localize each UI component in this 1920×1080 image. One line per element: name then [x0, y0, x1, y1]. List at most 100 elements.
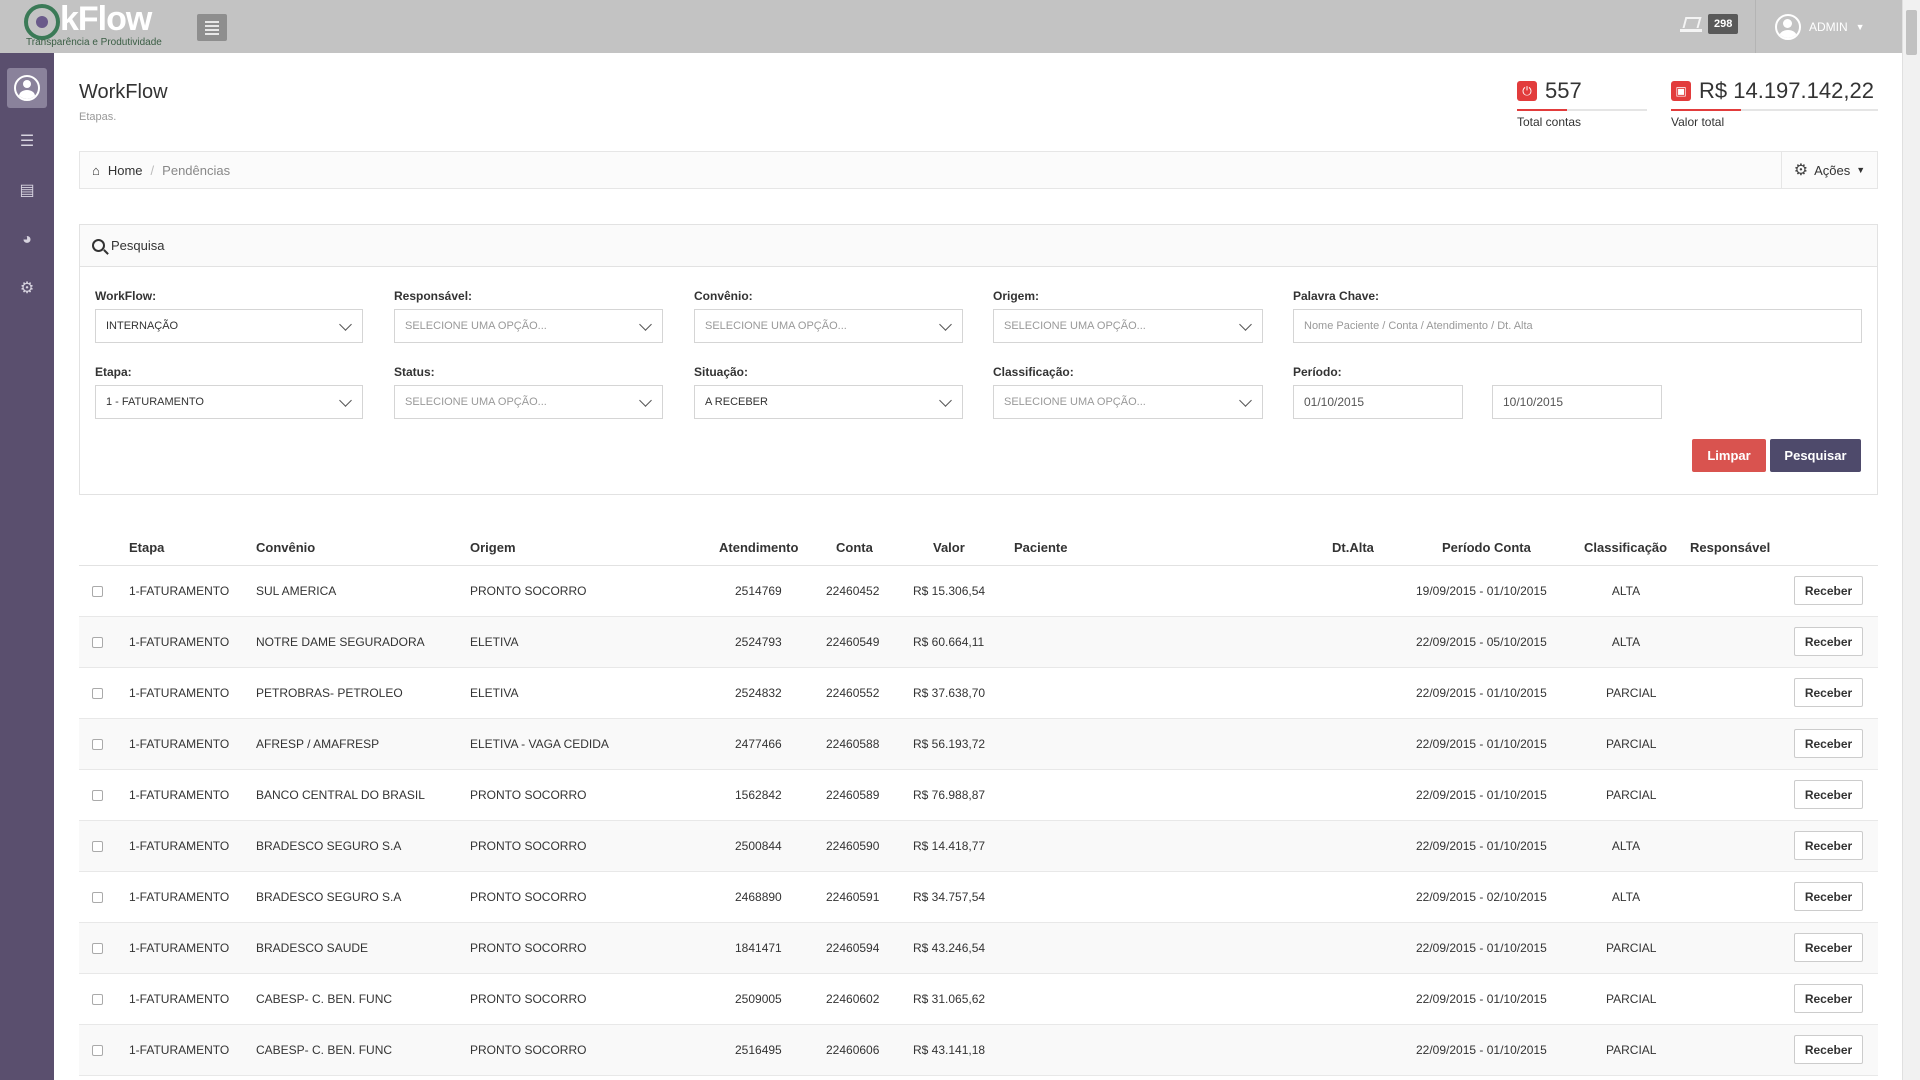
user-name: ADMIN	[1809, 20, 1848, 34]
workflow-select[interactable]: INTERNAÇÃO	[95, 309, 363, 343]
limpar-button[interactable]: Limpar	[1692, 439, 1766, 472]
cell-classificacao: ALTA	[1611, 635, 1641, 649]
col-responsavel[interactable]: Responsável	[1690, 540, 1770, 555]
row-checkbox[interactable]	[92, 688, 103, 699]
page-scrollbar[interactable]	[1902, 0, 1920, 1080]
responsavel-select[interactable]: SELECIONE UMA OPÇÃO...	[394, 309, 663, 343]
cell-conta: 22460549	[826, 635, 880, 649]
sidebar: ☰ ▤ ◕ ⚙	[0, 53, 54, 1080]
cell-valor: R$ 34.757,54	[913, 890, 986, 904]
col-paciente[interactable]: Paciente	[1014, 540, 1067, 555]
row-checkbox[interactable]	[92, 586, 103, 597]
page-subtitle: Etapas.	[79, 111, 117, 123]
cell-origem: ELETIVA	[470, 686, 519, 700]
table-row: 1-FATURAMENTO NOTRE DAME SEGURADORA ELETIV…	[79, 617, 1878, 668]
col-classificacao[interactable]: Classificação	[1584, 540, 1667, 555]
receber-button[interactable]: Receber	[1794, 729, 1863, 758]
table-row: 1-FATURAMENTO BRADESCO SEGURO S.A PRONTO S…	[79, 821, 1878, 872]
row-checkbox[interactable]	[92, 1045, 103, 1056]
receber-button[interactable]: Receber	[1794, 678, 1863, 707]
receber-button[interactable]: Receber	[1794, 780, 1863, 809]
status-select[interactable]: SELECIONE UMA OPÇÃO...	[394, 385, 663, 419]
col-etapa[interactable]: Etapa	[129, 540, 164, 555]
sidebar-item-profile[interactable]	[7, 68, 47, 108]
row-checkbox[interactable]	[92, 994, 103, 1005]
actions-dropdown-button[interactable]: ⚙ Ações ▼	[1781, 152, 1877, 188]
menu-toggle-button[interactable]	[197, 14, 227, 41]
cell-valor: R$ 15.306,54	[913, 584, 986, 598]
cell-periodo: 22/09/2015 - 01/10/2015	[1416, 686, 1547, 700]
chevron-down-icon	[639, 394, 652, 407]
palavra-chave-input[interactable]: Nome Paciente / Conta / Atendimento / Dt…	[1293, 309, 1862, 343]
cell-valor: R$ 31.065,62	[913, 992, 986, 1006]
periodo-fim-input[interactable]: 10/10/2015	[1492, 385, 1662, 419]
col-dtalta[interactable]: Dt.Alta	[1332, 540, 1374, 555]
cell-classificacao: PARCIAL	[1606, 788, 1657, 802]
chevron-down-icon	[1239, 394, 1252, 407]
etapa-field: Etapa: 1 - FATURAMENTO	[95, 365, 363, 419]
alert-icon: ⏻	[1517, 81, 1537, 101]
receber-button[interactable]: Receber	[1794, 627, 1863, 656]
cell-conta: 22460452	[826, 584, 880, 598]
col-atendimento[interactable]: Atendimento	[719, 540, 798, 555]
situacao-select[interactable]: A RECEBER	[694, 385, 963, 419]
etapa-select[interactable]: 1 - FATURAMENTO	[95, 385, 363, 419]
classificacao-field: Classificação: SELECIONE UMA OPÇÃO...	[993, 365, 1263, 419]
cell-atendimento: 2468890	[735, 890, 782, 904]
col-periodo[interactable]: Período Conta	[1442, 540, 1531, 555]
cell-convenio: CABESP- C. BEN. FUNC	[256, 992, 393, 1006]
kflow-logo[interactable]: kFlow Transparência e Produtividade	[24, 0, 162, 50]
search-panel-header: Pesquisa	[80, 225, 1877, 267]
cell-etapa: 1-FATURAMENTO	[129, 584, 230, 598]
row-checkbox[interactable]	[92, 841, 103, 852]
cell-conta: 22460594	[826, 941, 880, 955]
col-origem[interactable]: Origem	[470, 540, 516, 555]
cell-conta: 22460589	[826, 788, 880, 802]
convenio-select[interactable]: SELECIONE UMA OPÇÃO...	[694, 309, 963, 343]
receber-button[interactable]: Receber	[1794, 1035, 1863, 1064]
palavra-chave-field: Palavra Chave: Nome Paciente / Conta / A…	[1293, 289, 1862, 343]
col-convenio[interactable]: Convênio	[256, 540, 315, 555]
cell-etapa: 1-FATURAMENTO	[129, 788, 230, 802]
cell-valor: R$ 56.193,72	[913, 737, 986, 751]
scrollbar-thumb[interactable]	[1906, 10, 1917, 55]
cell-conta: 22460552	[826, 686, 880, 700]
classificacao-select[interactable]: SELECIONE UMA OPÇÃO...	[993, 385, 1263, 419]
stat-underline	[1517, 109, 1647, 111]
cell-classificacao: PARCIAL	[1606, 686, 1657, 700]
database-icon[interactable]: ▤	[17, 181, 37, 201]
periodo-inicio-input[interactable]: 01/10/2015	[1293, 385, 1463, 419]
receber-button[interactable]: Receber	[1794, 882, 1863, 911]
cell-valor: R$ 37.638,70	[913, 686, 986, 700]
cell-periodo: 22/09/2015 - 01/10/2015	[1416, 788, 1547, 802]
col-conta[interactable]: Conta	[836, 540, 873, 555]
receber-button[interactable]: Receber	[1794, 933, 1863, 962]
row-checkbox[interactable]	[92, 739, 103, 750]
row-checkbox[interactable]	[92, 790, 103, 801]
gear-icon[interactable]: ⚙	[17, 279, 37, 299]
cell-periodo: 22/09/2015 - 01/10/2015	[1416, 992, 1547, 1006]
list-icon[interactable]: ☰	[17, 132, 37, 152]
cell-periodo: 22/09/2015 - 01/10/2015	[1416, 839, 1547, 853]
receber-button[interactable]: Receber	[1794, 831, 1863, 860]
pesquisar-button[interactable]: Pesquisar	[1770, 439, 1861, 472]
cell-etapa: 1-FATURAMENTO	[129, 635, 230, 649]
hamburger-icon	[205, 20, 219, 23]
receber-button[interactable]: Receber	[1794, 984, 1863, 1013]
table-row: 1-FATURAMENTO CABESP- C. BEN. FUNC PRONTO …	[79, 1025, 1878, 1076]
pie-chart-icon[interactable]: ◕	[17, 230, 37, 250]
topbar-divider	[1755, 0, 1756, 53]
row-checkbox[interactable]	[92, 637, 103, 648]
table-row: 1-FATURAMENTO BRADESCO SEGURO S.A PRONTO S…	[79, 872, 1878, 923]
col-valor[interactable]: Valor	[933, 540, 965, 555]
cell-valor: R$ 76.988,87	[913, 788, 986, 802]
user-menu[interactable]: ADMIN ▼	[1775, 14, 1865, 40]
origem-select[interactable]: SELECIONE UMA OPÇÃO...	[993, 309, 1263, 343]
row-checkbox[interactable]	[92, 892, 103, 903]
receber-button[interactable]: Receber	[1794, 576, 1863, 605]
breadcrumb-home-link[interactable]: Home	[108, 163, 143, 178]
notifications-button[interactable]: 298	[1680, 14, 1739, 34]
cell-periodo: 22/09/2015 - 01/10/2015	[1416, 941, 1547, 955]
logo-subtitle: Transparência e Produtividade	[26, 37, 162, 48]
row-checkbox[interactable]	[92, 943, 103, 954]
